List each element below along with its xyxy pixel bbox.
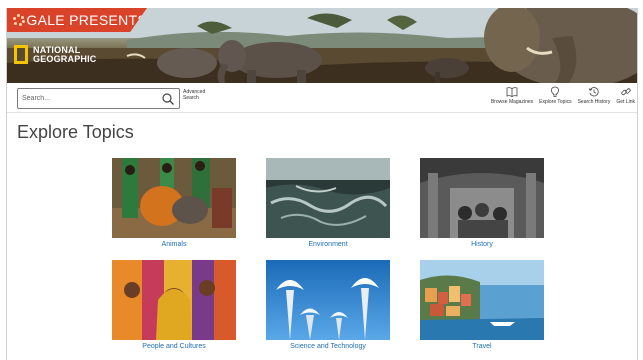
topic-label[interactable]: Science and Technology [290,343,366,350]
topic-tile-people-and-cultures[interactable]: People and Cultures [112,260,236,350]
topic-label[interactable]: Environment [308,241,347,248]
logo-line-2: GEOGRAPHIC [33,53,97,64]
lightbulb-icon [551,86,560,97]
yellow-frame-icon [14,45,28,64]
toolbar: Advanced Search Browse Magazines Explore… [7,83,637,113]
advanced-search-link[interactable]: Advanced Search [183,89,213,101]
topic-image[interactable] [420,158,544,238]
topic-tile-history[interactable]: History [420,158,544,248]
topic-image[interactable] [420,260,544,340]
topic-label[interactable]: Travel [472,343,491,350]
search-box [17,88,180,109]
hero-banner: GALE PRESENTS NATIONAL GEOGRAPHIC [7,8,637,83]
get-link-button[interactable]: Get Link [616,86,635,105]
topic-image[interactable] [112,158,236,238]
link-icon [621,88,631,96]
topic-tile-travel[interactable]: Travel [420,260,544,350]
gale-presents-label: GALE PRESENTS [26,12,147,28]
explore-topics-button[interactable]: Explore Topics [539,86,572,105]
search-icon[interactable] [161,92,175,106]
topic-label[interactable]: Animals [162,241,187,248]
book-icon [506,87,518,97]
topic-tile-animals[interactable]: Animals [112,158,236,248]
topic-tile-science-and-technology[interactable]: Science and Technology [266,260,390,350]
national-geographic-logo[interactable]: NATIONAL GEOGRAPHIC [14,45,97,64]
gale-logo-icon [13,14,25,26]
page-frame: GALE PRESENTS NATIONAL GEOGRAPHIC Advanc… [6,8,638,360]
topic-tile-environment[interactable]: Environment [266,158,390,248]
gale-presents-badge[interactable]: GALE PRESENTS [7,8,147,32]
browse-magazines-button[interactable]: Browse Magazines [491,86,533,105]
search-history-button[interactable]: Search History [578,86,610,105]
search-input[interactable] [22,91,162,106]
history-icon [588,87,599,97]
topic-label[interactable]: People and Cultures [142,343,205,350]
toolbar-tools: Browse Magazines Explore Topics Search H… [491,86,635,105]
topic-image[interactable] [266,158,390,238]
page-title: Explore Topics [17,122,134,142]
topic-image[interactable] [266,260,390,340]
topic-image[interactable] [112,260,236,340]
topic-label[interactable]: History [471,241,493,248]
